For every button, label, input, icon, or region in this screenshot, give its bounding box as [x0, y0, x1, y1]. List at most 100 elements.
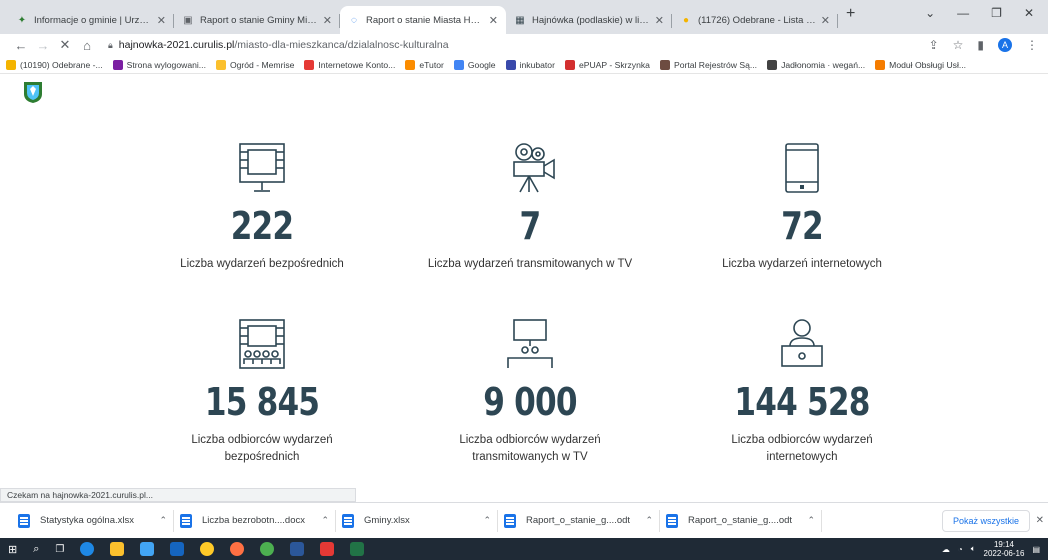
chevron-up-icon[interactable]: ⌃ [159, 515, 167, 526]
bookmark-item[interactable]: (10190) Odebrane -... [6, 59, 103, 70]
coat-of-arms-icon[interactable] [22, 80, 44, 104]
download-filename: Statystyka ogólna.xlsx [40, 515, 134, 526]
search-icon[interactable]: ⌕ [33, 543, 39, 556]
excel-icon[interactable] [350, 542, 365, 556]
close-icon[interactable]: ✕ [157, 14, 166, 27]
bookmark-favicon-icon [6, 59, 16, 70]
tab-title: Raport o stanie Gminy Miejskiej ... [200, 14, 319, 26]
share-icon[interactable]: ⇪ [929, 38, 939, 52]
bookmark-item[interactable]: inkubator [505, 59, 555, 70]
chevron-up-icon[interactable]: ⌃ [321, 515, 329, 526]
bookmark-item[interactable]: eTutor [405, 59, 444, 70]
chevron-up-icon[interactable]: ⌃ [483, 515, 491, 526]
file-icon [666, 513, 678, 528]
download-shelf: Statystyka ogólna.xlsx ⌃ Liczba bezrobotn.… [0, 502, 1048, 538]
bookmark-favicon-icon [875, 59, 886, 70]
video-camera-icon [513, 143, 555, 193]
download-item[interactable]: Statystyka ogólna.xlsx ⌃ [12, 509, 174, 532]
bookmark-item[interactable]: Google [453, 59, 496, 70]
chevron-down-icon[interactable]: ⌄ [925, 6, 935, 20]
toolbar-actions: ⇪ ☆ ▮ A ⋮ [929, 38, 1038, 52]
browser-tab[interactable]: ▣ Raport o stanie Gminy Miejskiej ... ✕ [174, 6, 340, 34]
maximize-icon[interactable]: ❐ [991, 6, 1002, 20]
cloud-icon[interactable]: ☁ [942, 545, 950, 554]
back-icon[interactable]: ← [10, 38, 32, 53]
bookmark-item[interactable]: Portal Rejestrów Są... [659, 59, 758, 70]
eagle-icon: ✦ [17, 14, 27, 26]
close-icon[interactable]: ✕ [821, 14, 830, 27]
bookmark-favicon-icon [215, 59, 226, 70]
menu-icon[interactable]: ⋮ [1026, 38, 1038, 52]
stat-label: Liczba wydarzeń bezpośrednich [180, 258, 344, 270]
volume-icon[interactable]: 🔈︎ [971, 544, 976, 554]
bookmark-item[interactable]: ePUAP - Skrzynka [564, 59, 650, 70]
firefox-icon[interactable] [230, 542, 245, 556]
avatar[interactable]: A [998, 38, 1012, 52]
network-icon[interactable]: ◔ [958, 545, 963, 554]
close-icon[interactable]: ✕ [655, 14, 664, 27]
mail-icon[interactable] [170, 542, 185, 556]
status-bar: Czekam na hajnowka-2021.curulis.pl... [0, 488, 356, 502]
forward-icon[interactable]: → [32, 38, 54, 53]
chevron-up-icon[interactable]: ⌃ [645, 515, 653, 526]
chrome-icon[interactable] [260, 542, 275, 556]
doc-icon: ▣ [183, 14, 193, 26]
file-explorer-icon[interactable] [110, 542, 125, 556]
browser-tab[interactable]: ✦ Informacje o gminie | Urząd Mie... ✕ [8, 6, 174, 34]
new-tab-button[interactable]: + [838, 5, 863, 29]
download-item[interactable]: Raport_o_stanie_g....odt ⌃ [498, 509, 660, 532]
close-icon[interactable]: ✕ [323, 14, 332, 27]
minimize-icon[interactable]: — [957, 6, 969, 20]
stat-value: 72 [781, 204, 824, 248]
bookmark-label: Portal Rejestrów Są... [673, 59, 758, 70]
bookmark-favicon-icon [304, 59, 315, 70]
stat-value: 15 845 [204, 380, 320, 424]
bookmark-label: eTutor [419, 59, 444, 70]
store-icon[interactable] [140, 542, 155, 556]
bookmark-item[interactable]: Strona wylogowani... [112, 59, 206, 70]
bookmark-favicon-icon [505, 59, 516, 70]
close-icon[interactable]: ✕ [1036, 515, 1044, 526]
browser-tab[interactable]: ● (11726) Odebrane - Lista Wiadom... ✕ [672, 6, 838, 34]
show-all-downloads-button[interactable]: Pokaż wszystkie [941, 509, 1030, 532]
clock[interactable]: 19:14 2022-06-16 [984, 540, 1025, 558]
close-icon[interactable]: ✕ [489, 14, 498, 27]
bookmarks-bar: (10190) Odebrane -... Strona wylogowani..… [0, 56, 1048, 74]
notifications-icon[interactable]: ▤ [1032, 545, 1040, 554]
url-host: hajnowka-2021.curulis.pl [118, 39, 235, 51]
bookmark-item[interactable]: Internetowe Konto... [304, 59, 395, 70]
download-item[interactable]: Gminy.xlsx ⌃ [336, 509, 498, 532]
close-window-icon[interactable]: ✕ [1024, 6, 1034, 20]
address-bar[interactable]: 🔒︎ hajnowka-2021.curulis.pl/miasto-dla-m… [108, 39, 929, 51]
task-view-icon[interactable]: ❐ [55, 544, 64, 555]
bookmark-item[interactable]: Jadłonomia · wegań... [767, 59, 865, 70]
bookmark-label: ePUAP - Skrzynka [578, 59, 650, 70]
word-icon[interactable] [290, 542, 305, 556]
chevron-up-icon[interactable]: ⌃ [807, 515, 815, 526]
stat-internet-audience: 144 528 Liczba odbiorców wydarzeń intern… [652, 318, 952, 466]
stat-direct-events: 222 Liczba wydarzeń bezpośrednich [112, 142, 412, 273]
app-icon[interactable] [200, 542, 215, 556]
download-item[interactable]: Raport_o_stanie_g....odt ⌃ [660, 509, 822, 532]
stat-internet-events: 72 Liczba wydarzeń internetowych [652, 142, 952, 273]
stop-icon[interactable]: ✕ [54, 37, 76, 53]
bookmark-favicon-icon [453, 59, 464, 70]
stat-label: Liczba odbiorców wydarzeń bezpośrednich [191, 434, 333, 463]
home-icon[interactable]: ⌂ [76, 38, 98, 53]
file-icon [180, 513, 192, 528]
edge-icon[interactable] [80, 542, 95, 556]
windows-start-icon[interactable]: ⊞ [8, 543, 17, 556]
lock-icon[interactable]: 🔒︎ [108, 40, 113, 51]
download-item[interactable]: Liczba bezrobotn....docx ⌃ [174, 509, 336, 532]
browser-tab-active[interactable]: ◌ Raport o stanie Miasta Hajnówka ✕ [340, 6, 506, 34]
app-grid-icon[interactable] [320, 542, 335, 556]
file-icon [342, 513, 354, 528]
bookmark-item[interactable]: Moduł Obsługi Usł... [875, 59, 966, 70]
bookmark-label: Google [467, 59, 496, 70]
sidepanel-icon[interactable]: ▮ [977, 38, 984, 52]
tab-title: Raport o stanie Miasta Hajnówka [366, 14, 485, 26]
star-icon[interactable]: ☆ [953, 38, 964, 52]
browser-tab[interactable]: ▦ Hajnówka (podlaskie) w liczbach ✕ [506, 6, 672, 34]
audience-icon [239, 319, 285, 369]
bookmark-item[interactable]: Ogród - Memrise [215, 59, 294, 70]
